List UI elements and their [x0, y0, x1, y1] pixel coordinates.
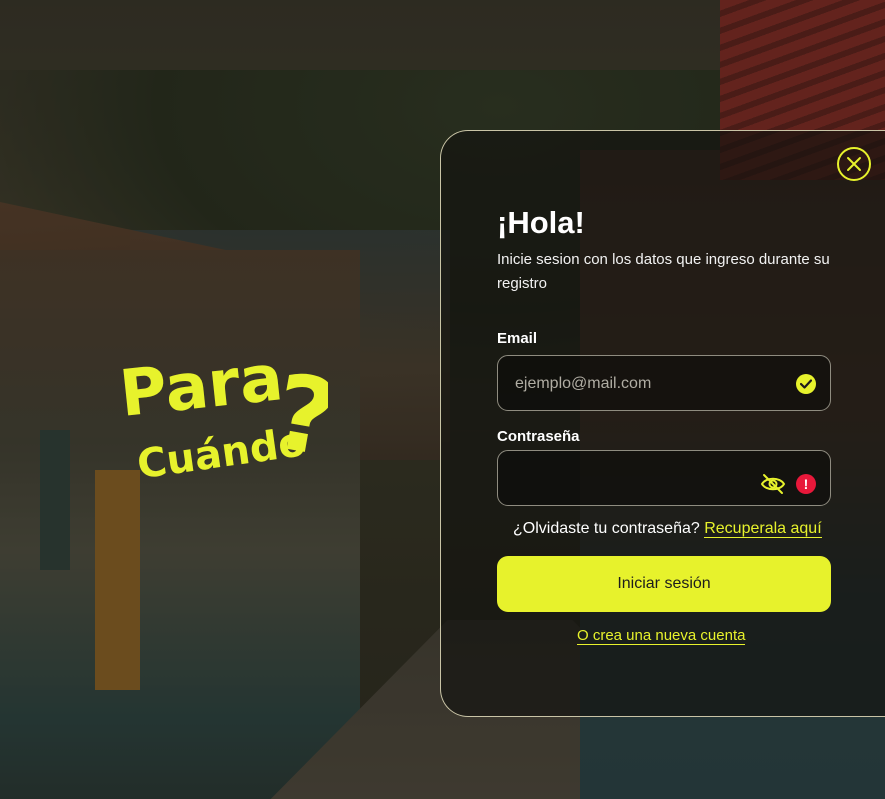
email-field[interactable] [513, 356, 777, 412]
password-label: Contraseña [497, 428, 580, 445]
recover-password-link[interactable]: Recuperala aquí [704, 520, 822, 538]
para-cuando-logo: Para Cuándo ? [118, 341, 328, 488]
close-button[interactable] [837, 147, 871, 181]
email-field-box [497, 355, 831, 412]
password-field[interactable] [513, 451, 777, 507]
forgot-password-text: ¿Olvidaste tu contraseña? [513, 520, 700, 537]
login-button[interactable]: Iniciar sesión [497, 556, 831, 612]
forgot-password-row: ¿Olvidaste tu contraseña? Recuperala aqu… [513, 520, 822, 538]
error-icon: ! [796, 474, 816, 494]
password-field-box: ! [497, 450, 831, 507]
check-circle-icon [796, 374, 816, 394]
create-account-link[interactable]: O crea una nueva cuenta [577, 627, 746, 645]
eye-off-icon[interactable] [760, 473, 786, 495]
svg-text:Para: Para [118, 341, 286, 432]
email-label: Email [497, 330, 538, 347]
close-icon [847, 157, 861, 171]
login-subtitle: Inicie sesion con los datos que ingreso … [497, 251, 830, 292]
page-title: ¡Hola! [497, 205, 585, 240]
